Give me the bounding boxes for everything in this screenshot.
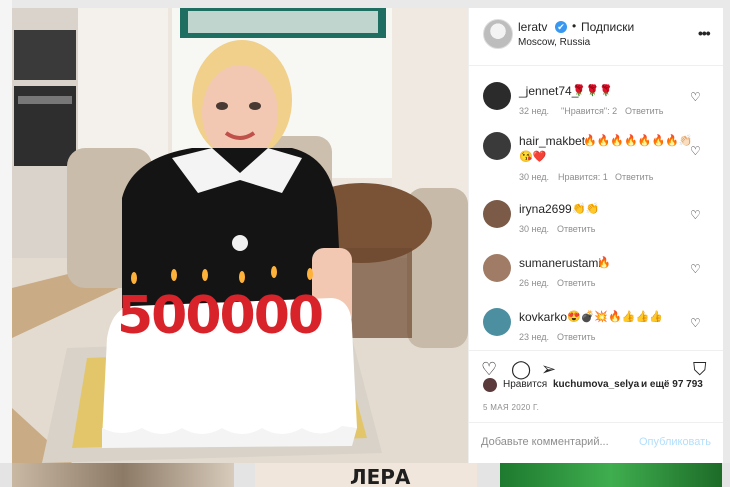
like-comment-heart-icon[interactable]: ♡ (690, 144, 701, 158)
following-button[interactable]: Подписки (581, 20, 634, 34)
comment-age: 32 нед. (519, 106, 550, 116)
liker-username[interactable]: kuchumova_selya (553, 379, 639, 390)
comment-item: iryna2699 👏👏 30 нед. Ответить ♡ (469, 200, 723, 240)
feed-thumbnail-2[interactable]: ЛЕРА (255, 463, 477, 487)
reply-button[interactable]: Ответить (625, 106, 663, 116)
commenter-avatar[interactable] (483, 132, 511, 160)
comment-likes[interactable]: Нравится: 1 (558, 172, 608, 182)
reply-button[interactable]: Ответить (557, 332, 595, 342)
photo-illustration: 500000 (12, 8, 468, 463)
save-bookmark-icon[interactable]: ⛉ (693, 359, 707, 380)
post-date[interactable]: 5 МАЯ 2020 Г. (483, 403, 539, 412)
like-comment-heart-icon[interactable]: ♡ (690, 262, 701, 276)
comment-text: 🌹🌹🌹 (572, 85, 614, 97)
post-header: leratv ✔ • Подписки Moscow, Russia ••• (469, 8, 723, 66)
comment-item: sumanerustami 🔥 26 нед. Ответить ♡ (469, 254, 723, 294)
comment-age: 30 нед. (519, 172, 550, 182)
comment-age: 26 нед. (519, 278, 550, 288)
reply-button[interactable]: Ответить (557, 278, 595, 288)
candle-numbers: 500000 (117, 286, 322, 346)
comment-item: kovkarko 😍💣💥🔥👍👍👍 23 нед. Ответить ♡ (469, 308, 723, 348)
like-comment-heart-icon[interactable]: ♡ (690, 316, 701, 330)
like-comment-heart-icon[interactable]: ♡ (690, 208, 701, 222)
publish-button[interactable]: Опубликовать (639, 436, 711, 448)
post-side-panel: leratv ✔ • Подписки Moscow, Russia ••• _… (468, 8, 723, 463)
backdrop-edge (0, 0, 12, 487)
likes-prefix: Нравится (503, 379, 548, 390)
comment-item: hair_makbet 🔥🔥🔥🔥🔥🔥🔥👏🏻 😘❤️ 30 нед. Нравит… (469, 132, 723, 192)
comment-text-line2: 😘❤️ (519, 151, 547, 163)
author-username[interactable]: leratv (518, 20, 547, 34)
comment-input[interactable]: Добавьте комментарий... (481, 436, 609, 448)
comment-text: 🔥 (597, 257, 611, 269)
commenter-avatar[interactable] (483, 82, 511, 110)
likes-count[interactable]: и ещё 97 793 (641, 379, 703, 390)
comment-text: 😍💣💥🔥👍👍👍 (567, 311, 663, 323)
thumbnail-caption: ЛЕРА (350, 465, 411, 487)
commenter-username[interactable]: hair_makbet (519, 134, 585, 148)
instagram-post-modal: ЛЕРА 500000 leratv ✔ • Подписки Moscow, … (0, 0, 730, 487)
feed-thumbnail-1[interactable] (12, 463, 234, 487)
post-location[interactable]: Moscow, Russia (518, 37, 590, 48)
reply-button[interactable]: Ответить (557, 224, 595, 234)
more-dots-icon[interactable]: ••• (698, 25, 711, 41)
feed-thumbnail-3[interactable] (500, 463, 722, 487)
cake-candles: 500000 (117, 286, 324, 346)
commenter-username[interactable]: iryna2699 (519, 202, 572, 216)
commenter-avatar[interactable] (483, 200, 511, 228)
commenter-avatar[interactable] (483, 308, 511, 336)
header-separator: • (572, 19, 577, 33)
background-feed-strip: ЛЕРА (0, 463, 730, 487)
reply-button[interactable]: Ответить (615, 172, 653, 182)
share-send-icon[interactable]: ➢ (541, 359, 556, 380)
liker-avatar[interactable] (483, 378, 497, 392)
add-comment-bar: Добавьте комментарий... Опубликовать (469, 422, 723, 464)
comment-bubble-icon[interactable]: ◯ (511, 359, 531, 380)
commenter-username[interactable]: _jennet74_ (519, 84, 578, 98)
comment-age: 23 нед. (519, 332, 550, 342)
comment-likes[interactable]: "Нравится": 2 (561, 106, 617, 116)
comment-text: 🔥🔥🔥🔥🔥🔥🔥👏🏻 (583, 135, 693, 147)
like-comment-heart-icon[interactable]: ♡ (690, 90, 701, 104)
comment-text: 👏👏 (572, 203, 600, 215)
verified-badge-icon: ✔ (555, 21, 567, 33)
commenter-username[interactable]: sumanerustami (519, 256, 601, 270)
post-photo[interactable]: 500000 (12, 8, 468, 463)
commenter-username[interactable]: kovkarko (519, 310, 567, 324)
comment-item: _jennet74_ 🌹🌹🌹 32 нед. "Нравится": 2 Отв… (469, 82, 723, 122)
like-heart-icon[interactable]: ♡ (481, 359, 497, 380)
commenter-avatar[interactable] (483, 254, 511, 282)
comment-age: 30 нед. (519, 224, 550, 234)
comments-list: _jennet74_ 🌹🌹🌹 32 нед. "Нравится": 2 Отв… (469, 66, 723, 348)
author-avatar[interactable] (483, 19, 513, 49)
